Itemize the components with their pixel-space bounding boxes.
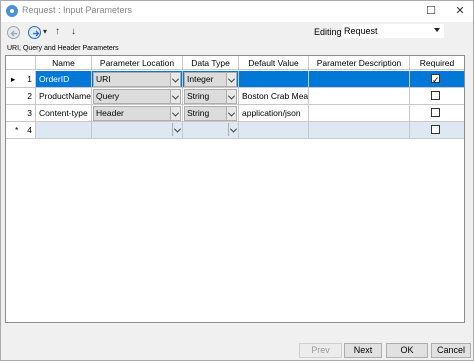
forward-arrow-icon	[33, 30, 40, 37]
required-cell[interactable]	[410, 105, 464, 122]
default-cell[interactable]	[239, 122, 309, 139]
app-icon	[6, 5, 18, 17]
description-cell[interactable]	[309, 71, 410, 88]
prev-button[interactable]: Prev	[299, 343, 342, 358]
row-header[interactable]: 2	[6, 88, 36, 105]
description-cell[interactable]	[309, 88, 410, 105]
type-value: Integer	[187, 74, 214, 84]
row-header[interactable]: * 4	[6, 122, 36, 139]
chevron-down-icon[interactable]	[226, 90, 236, 103]
section-label: URI, Query and Header Parameters	[7, 45, 119, 52]
required-checkbox[interactable]	[431, 125, 440, 134]
type-value: String	[187, 91, 210, 101]
forward-button[interactable]	[28, 26, 41, 39]
type-cell[interactable]: String	[183, 88, 239, 105]
chevron-down-icon[interactable]	[170, 73, 180, 86]
parameters-grid: Name Parameter Location Data Type Defaul…	[5, 55, 465, 323]
type-value: String	[187, 108, 210, 118]
description-cell[interactable]	[309, 105, 410, 122]
move-down-icon[interactable]: ↓	[71, 26, 76, 37]
row-header[interactable]: 3	[6, 105, 36, 122]
type-combo[interactable]: String	[184, 89, 237, 104]
type-cell[interactable]	[183, 122, 239, 139]
row-number: 2	[27, 91, 32, 101]
description-cell[interactable]	[309, 122, 410, 139]
cancel-button[interactable]: Cancel	[431, 343, 471, 358]
name-cell[interactable]	[36, 122, 92, 139]
grid-header: Name Parameter Location Data Type Defaul…	[6, 56, 464, 70]
table-row[interactable]: ▸ 1 OrderID URI Integer	[6, 71, 464, 88]
location-combo[interactable]	[92, 123, 182, 138]
new-row-icon: *	[15, 125, 19, 135]
back-button[interactable]	[7, 26, 20, 39]
column-header[interactable]: Parameter Location	[92, 56, 183, 70]
required-cell[interactable]	[410, 122, 464, 139]
required-checkbox[interactable]	[431, 91, 440, 100]
type-combo[interactable]	[183, 123, 238, 138]
location-combo[interactable]: Header	[93, 106, 181, 121]
title-bar: Request : Input Parameters ☐ ✕	[1, 1, 473, 22]
row-number: 4	[27, 125, 32, 135]
location-value: Query	[96, 91, 120, 101]
chevron-down-icon[interactable]	[170, 107, 180, 120]
next-button[interactable]: Next	[344, 343, 382, 358]
column-header[interactable]: Default Value	[239, 56, 309, 70]
default-cell[interactable]	[239, 71, 309, 88]
type-cell[interactable]: Integer	[183, 71, 239, 88]
forward-dropdown-icon[interactable]: ▾	[43, 27, 47, 36]
editing-label: Editing:	[314, 27, 345, 37]
close-button[interactable]: ✕	[453, 4, 467, 18]
chevron-down-icon[interactable]	[170, 90, 180, 103]
back-arrow-icon	[10, 30, 17, 37]
chevron-down-icon[interactable]	[226, 107, 236, 120]
default-cell[interactable]: application/json	[239, 105, 309, 122]
location-combo[interactable]: Query	[93, 89, 181, 104]
table-row[interactable]: 2 ProductName Query String Boston Crab M…	[6, 88, 464, 105]
chevron-down-icon[interactable]	[228, 123, 238, 136]
location-cell[interactable]	[92, 122, 183, 139]
chevron-down-icon[interactable]	[172, 123, 182, 136]
maximize-button[interactable]: ☐	[424, 4, 438, 18]
location-combo[interactable]: URI	[93, 72, 181, 87]
row-number: 3	[27, 108, 32, 118]
location-value: URI	[96, 74, 111, 84]
column-header[interactable]: Name	[36, 56, 92, 70]
column-header[interactable]: Data Type	[183, 56, 239, 70]
row-header[interactable]: ▸ 1	[6, 71, 36, 88]
type-combo[interactable]: Integer	[184, 72, 237, 87]
editing-select-value: Request	[344, 26, 378, 36]
location-cell[interactable]: URI	[92, 71, 183, 88]
required-checkbox[interactable]	[431, 108, 440, 117]
type-cell[interactable]: String	[183, 105, 239, 122]
column-header[interactable]: Required	[410, 56, 464, 70]
dialog-window: Request : Input Parameters ☐ ✕ ▾ ↑ ↓ Edi…	[0, 0, 474, 361]
move-up-icon[interactable]: ↑	[55, 26, 60, 37]
table-row[interactable]: 3 Content-type Header String application…	[6, 105, 464, 122]
name-cell[interactable]: ProductName	[36, 88, 92, 105]
required-cell[interactable]	[410, 88, 464, 105]
chevron-down-icon	[434, 28, 440, 32]
default-cell[interactable]: Boston Crab Meat	[239, 88, 309, 105]
location-cell[interactable]: Query	[92, 88, 183, 105]
location-cell[interactable]: Header	[92, 105, 183, 122]
type-combo[interactable]: String	[184, 106, 237, 121]
corner-header	[6, 56, 36, 70]
chevron-down-icon[interactable]	[226, 73, 236, 86]
editing-select[interactable]: Request	[342, 24, 444, 38]
window-title: Request : Input Parameters	[22, 5, 133, 15]
location-value: Header	[96, 108, 124, 118]
required-checkbox[interactable]	[431, 72, 440, 87]
column-header[interactable]: Parameter Description	[309, 56, 410, 70]
ok-button[interactable]: OK	[386, 343, 428, 358]
required-cell[interactable]	[410, 71, 464, 88]
table-row[interactable]: * 4	[6, 122, 464, 139]
name-cell[interactable]: Content-type	[36, 105, 92, 122]
row-number: 1	[27, 74, 32, 84]
current-row-icon: ▸	[11, 74, 16, 84]
name-cell[interactable]: OrderID	[36, 71, 92, 88]
